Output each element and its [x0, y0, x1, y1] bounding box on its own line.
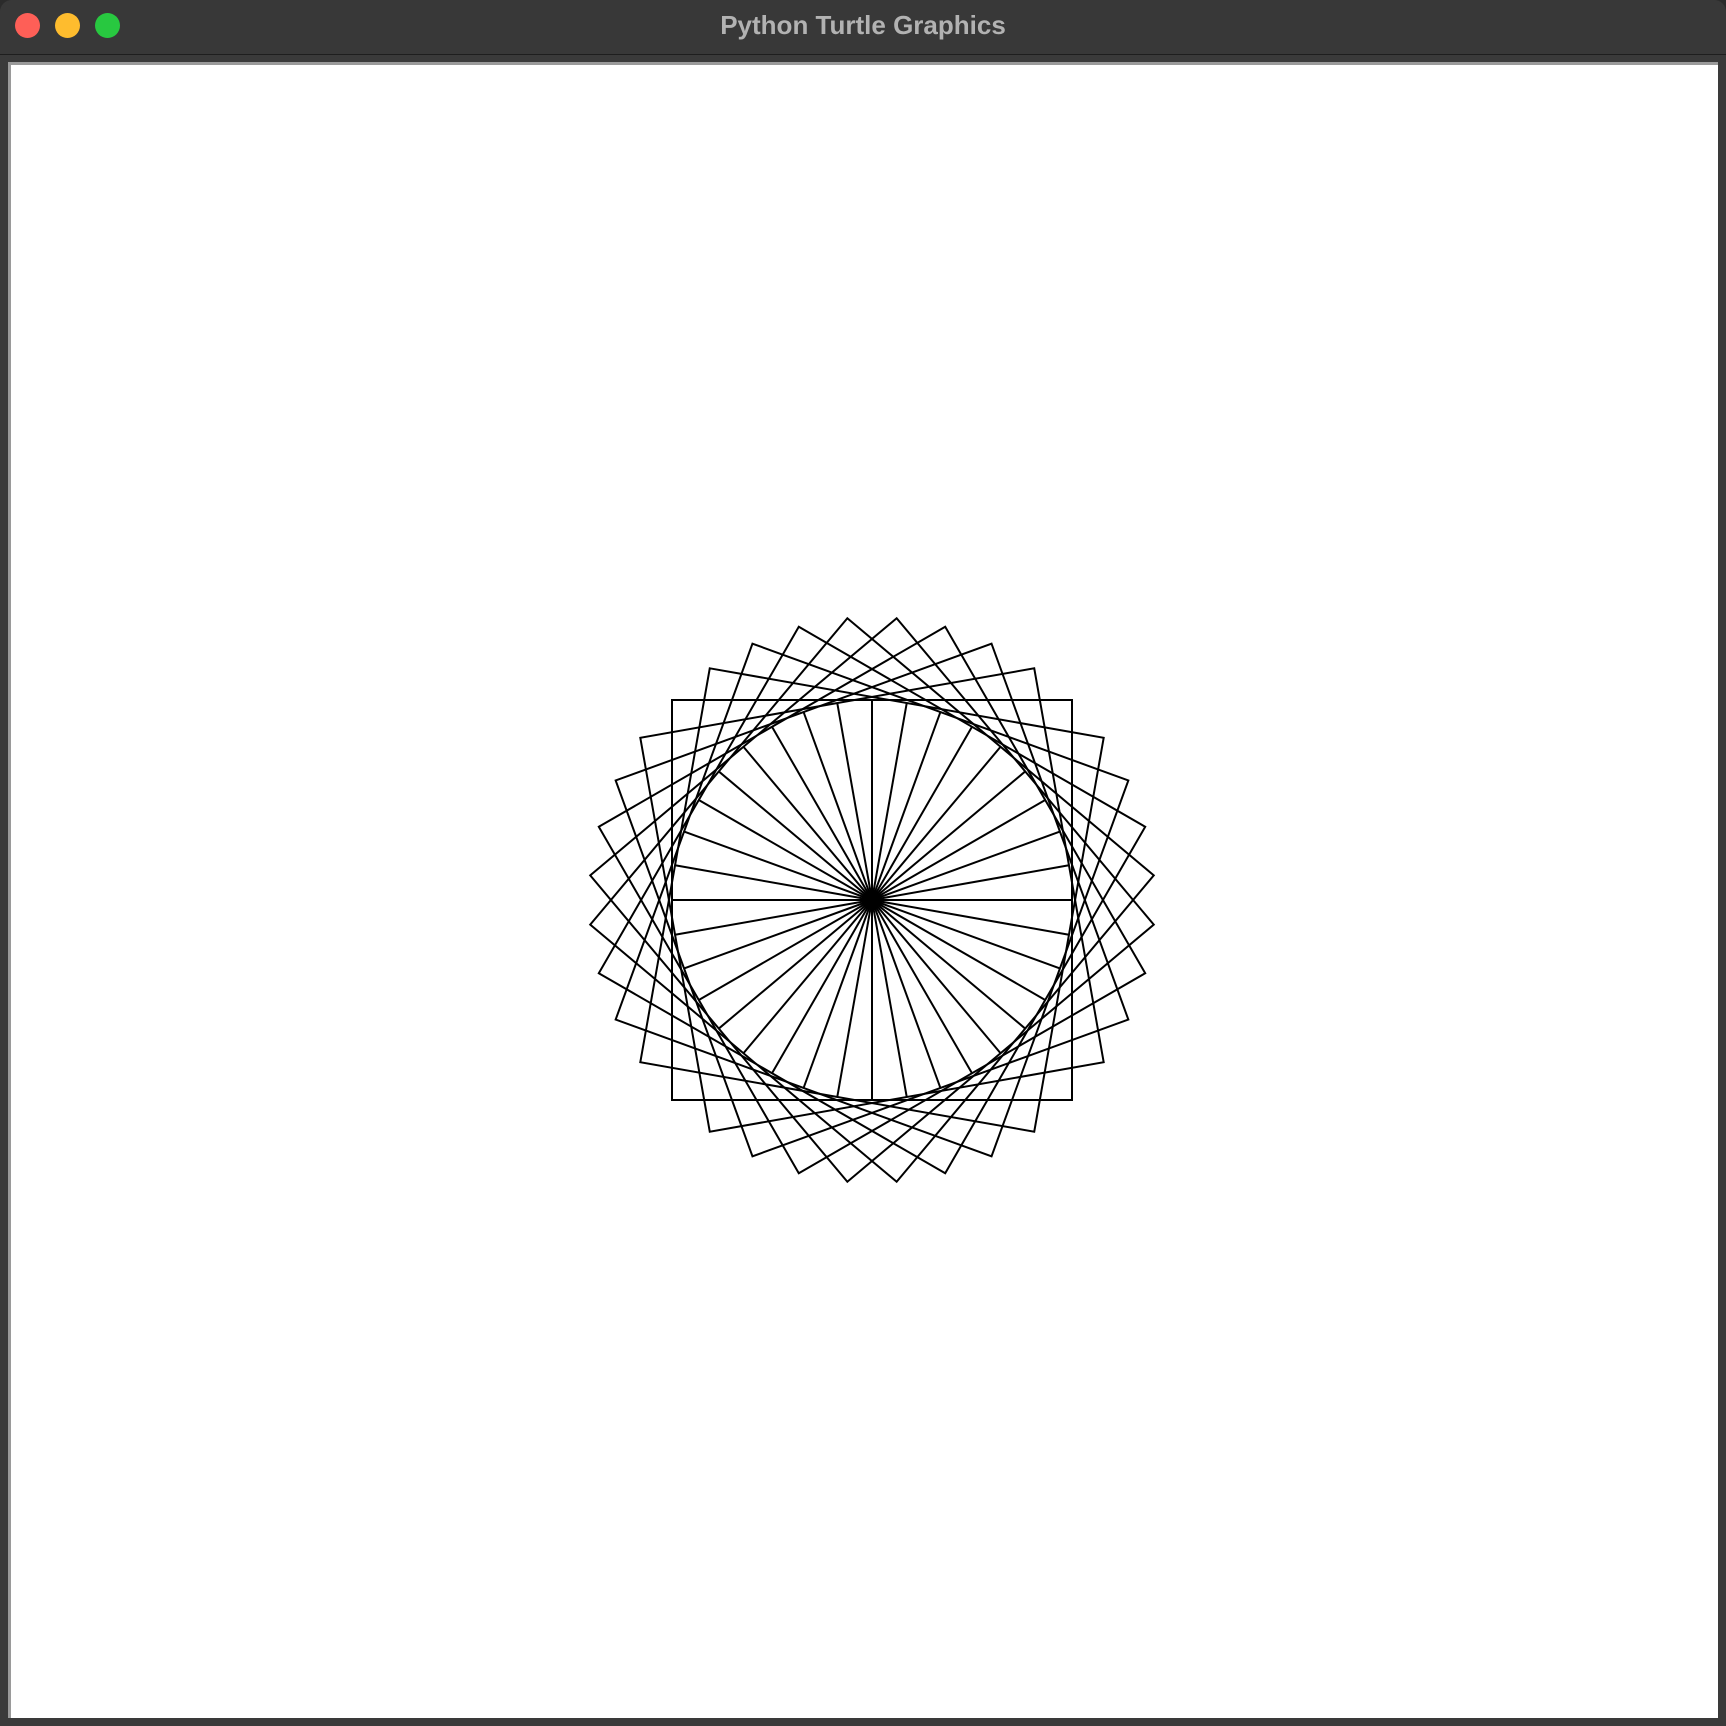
turtle-drawing: [588, 616, 1156, 1184]
turtle-graphics-window: Python Turtle Graphics: [0, 0, 1726, 1726]
center-hub: [864, 892, 880, 908]
